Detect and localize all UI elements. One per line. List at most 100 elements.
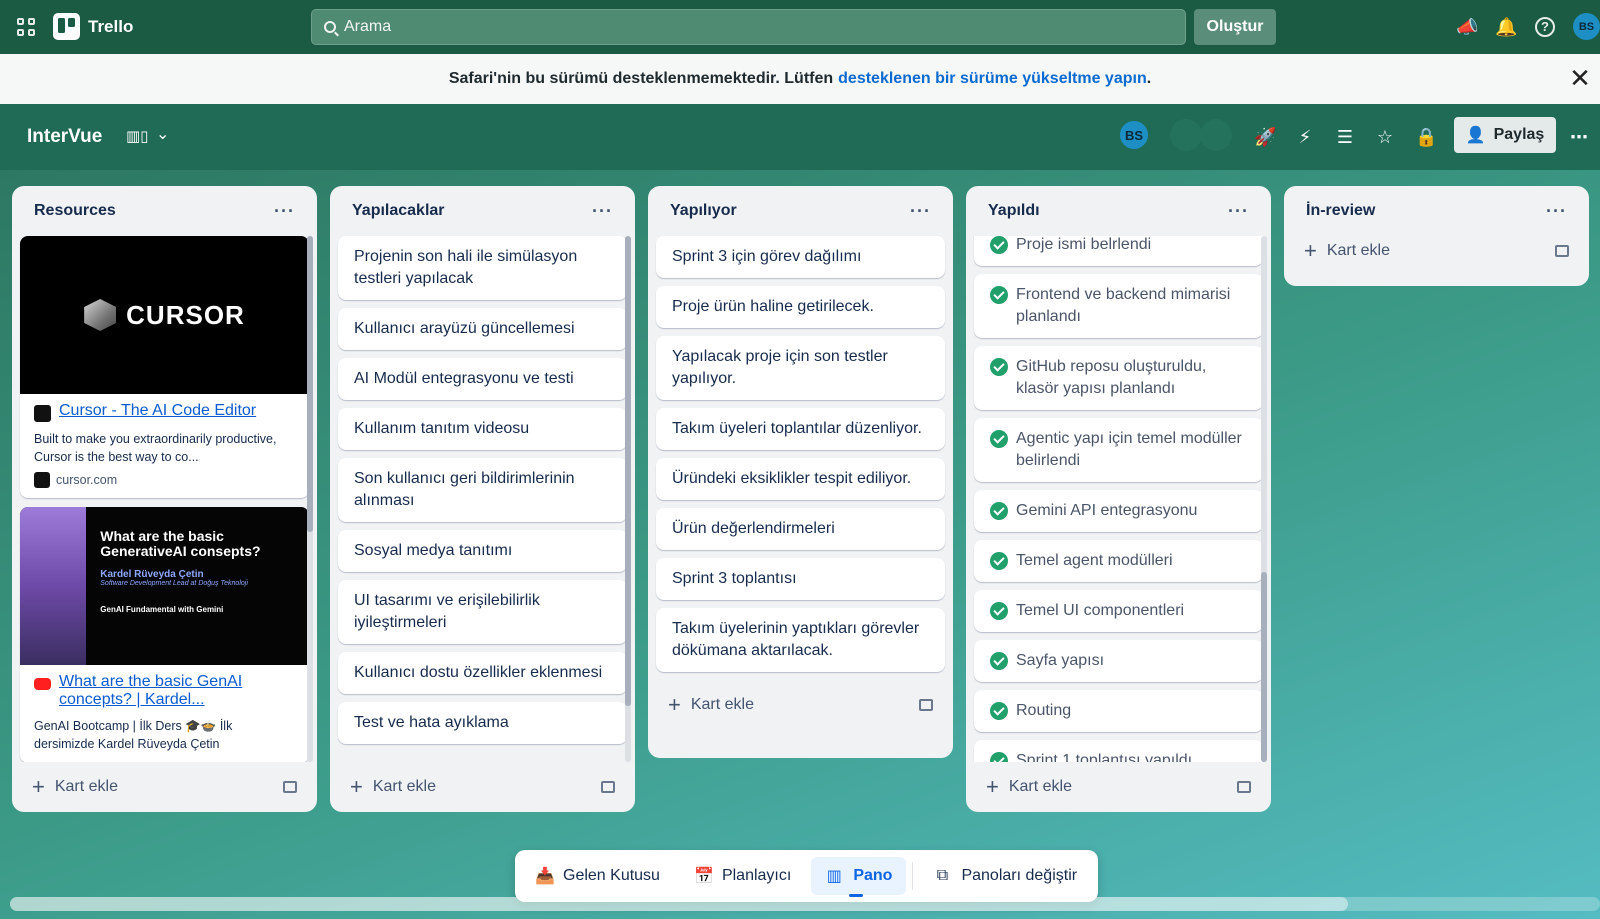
board-view-icon[interactable]: ▥▯ — [126, 127, 148, 145]
lightning-icon[interactable]: ⚡ — [1294, 126, 1316, 148]
card[interactable]: Temel agent modülleri — [974, 540, 1263, 582]
add-card-row[interactable]: + Kart ekle — [1284, 226, 1589, 276]
help-icon[interactable]: ? — [1535, 17, 1555, 37]
youtube-icon — [34, 678, 51, 690]
check-icon — [990, 286, 1008, 304]
card[interactable]: Sprint 3 için görev dağılımı — [656, 236, 945, 278]
list-title[interactable]: Resources — [34, 202, 116, 220]
check-icon — [990, 752, 1008, 762]
app-switcher-icon[interactable] — [17, 18, 35, 36]
check-icon — [990, 236, 1008, 254]
thumbnail-text: CURSOR — [126, 299, 245, 330]
member-avatar-placeholder[interactable] — [1200, 119, 1232, 151]
list-menu-icon[interactable]: ··· — [274, 201, 295, 222]
megaphone-icon[interactable]: 📣 — [1456, 16, 1478, 38]
card[interactable]: Sosyal medya tanıtımı — [338, 530, 627, 572]
member-avatar[interactable]: BS — [1118, 119, 1150, 151]
card[interactable]: UI tasarımı ve erişilebilirlik iyileştir… — [338, 580, 627, 644]
card[interactable]: Kullanım tanıtım videosu — [338, 408, 627, 450]
nav-divider — [912, 862, 914, 890]
nav-planner[interactable]: 📅 Planlayıcı — [680, 857, 805, 895]
card[interactable]: Yapılacak proje için son testler yapılıy… — [656, 336, 945, 400]
banner-upgrade-link[interactable]: desteklenen bir sürüme yükseltme yapın — [838, 70, 1147, 88]
add-card-label: Kart ekle — [1326, 242, 1390, 259]
card[interactable]: Ürün değerlendirmeleri — [656, 508, 945, 550]
card[interactable]: Son kullanıcı geri bildirimlerinin alınm… — [338, 458, 627, 522]
chevron-down-icon[interactable]: ⌄ — [156, 124, 169, 144]
check-icon — [990, 552, 1008, 570]
create-button[interactable]: Oluştur — [1194, 9, 1276, 45]
card[interactable]: Proje ismi belrlendi — [974, 236, 1263, 266]
card[interactable]: AI Modül entegrasyonu ve testi — [338, 358, 627, 400]
card[interactable]: Kullanıcı arayüzü güncellemesi — [338, 308, 627, 350]
thumbnail-role: Software Development Lead at Doğuş Tekno… — [100, 580, 248, 587]
add-card-label: Kart ekle — [690, 696, 754, 713]
plus-icon: + — [668, 692, 681, 717]
list-scrollbar-thumb[interactable] — [1261, 572, 1267, 762]
inbox-icon: 📥 — [535, 868, 555, 885]
search-input[interactable] — [344, 18, 944, 36]
thumbnail-title: What are the basic GenerativeAI consepts… — [100, 528, 261, 559]
list-scrollbar-thumb[interactable] — [307, 236, 313, 532]
list-menu-icon[interactable]: ··· — [1228, 201, 1249, 222]
close-icon[interactable]: ✕ — [1568, 65, 1592, 91]
card[interactable]: Takım üyelerinin yaptıkları görevler dök… — [656, 608, 945, 672]
search-box[interactable] — [311, 9, 1186, 45]
card[interactable]: Gemini API entegrasyonu — [974, 490, 1263, 532]
list-scrollbar-thumb[interactable] — [625, 236, 631, 706]
template-icon[interactable] — [1555, 245, 1569, 257]
card[interactable]: Projenin son hali ile simülasyon testler… — [338, 236, 627, 300]
template-icon[interactable] — [919, 699, 933, 711]
share-button[interactable]: 👤 Paylaş — [1454, 117, 1556, 153]
template-icon[interactable] — [1237, 781, 1251, 793]
card[interactable]: Üründeki eksiklikler tespit ediliyor. — [656, 458, 945, 500]
add-card-row[interactable]: + Kart ekle — [330, 762, 635, 812]
bottom-navigation: 📥 Gelen Kutusu 📅 Planlayıcı ▥ Pano ⧉ Pan… — [515, 850, 1098, 902]
card[interactable]: Agentic yapı için temel modüller belirle… — [974, 418, 1263, 482]
trello-logo[interactable]: Trello — [53, 13, 133, 40]
list-title[interactable]: Yapılıyor — [670, 202, 737, 220]
card[interactable]: Takım üyeleri toplantılar düzenliyor. — [656, 408, 945, 450]
card[interactable]: Test ve hata ayıklama — [338, 702, 627, 744]
list-menu-icon[interactable]: ··· — [910, 201, 931, 222]
card[interactable]: Sprint 3 toplantısı — [656, 558, 945, 600]
more-icon[interactable]: ⋯ — [1568, 126, 1590, 148]
card[interactable]: Sprint 1 toplantısı yapıldı — [974, 740, 1263, 762]
horizontal-scrollbar-thumb[interactable] — [10, 897, 1348, 911]
nav-inbox[interactable]: 📥 Gelen Kutusu — [521, 857, 674, 895]
lock-icon[interactable]: 🔒 — [1415, 126, 1437, 148]
resource-card[interactable]: CURSOR Cursor - The AI Code Editor Built… — [20, 236, 309, 498]
check-icon — [990, 702, 1008, 720]
template-icon[interactable] — [601, 781, 615, 793]
thumbnail-footer: GenAI Fundamental with Gemini — [100, 605, 224, 614]
filter-icon[interactable]: ☰ — [1334, 126, 1356, 148]
list-menu-icon[interactable]: ··· — [1546, 201, 1567, 222]
list-title[interactable]: İn-review — [1306, 202, 1375, 220]
card[interactable]: Proje ürün haline getirilecek. — [656, 286, 945, 328]
member-avatar-placeholder[interactable] — [1170, 119, 1202, 151]
add-card-row[interactable]: + Kart ekle — [648, 680, 953, 730]
list-title[interactable]: Yapılacaklar — [352, 202, 445, 220]
resource-card[interactable]: What are the basic GenerativeAI consepts… — [20, 507, 309, 762]
nav-board[interactable]: ▥ Pano — [811, 857, 907, 897]
resource-link[interactable]: What are the basic GenAI concepts? | Kar… — [59, 673, 295, 709]
user-avatar[interactable]: BS — [1573, 13, 1600, 40]
template-icon[interactable] — [283, 781, 297, 793]
rocket-icon[interactable]: 🚀 — [1254, 126, 1276, 148]
card[interactable]: GitHub reposu oluşturuldu, klasör yapısı… — [974, 346, 1263, 410]
card[interactable]: Temel UI componentleri — [974, 590, 1263, 632]
resource-link[interactable]: Cursor - The AI Code Editor — [59, 402, 256, 422]
bell-icon[interactable]: 🔔 — [1495, 16, 1517, 38]
add-card-row[interactable]: + Kart ekle — [966, 762, 1271, 812]
board-title[interactable]: InterVue — [27, 126, 102, 148]
add-card-row[interactable]: + Kart ekle — [12, 762, 317, 812]
list-in-progress: Yapılıyor ··· Sprint 3 için görev dağılı… — [648, 186, 953, 758]
nav-switch-boards[interactable]: ⧉ Panoları değiştir — [919, 857, 1091, 895]
list-menu-icon[interactable]: ··· — [592, 201, 613, 222]
list-title[interactable]: Yapıldı — [988, 202, 1040, 220]
star-icon[interactable]: ☆ — [1374, 126, 1396, 148]
card[interactable]: Frontend ve backend mimarisi planlandı — [974, 274, 1263, 338]
card[interactable]: Kullanıcı dostu özellikler eklenmesi — [338, 652, 627, 694]
card[interactable]: Routing — [974, 690, 1263, 732]
card[interactable]: Sayfa yapısı — [974, 640, 1263, 682]
